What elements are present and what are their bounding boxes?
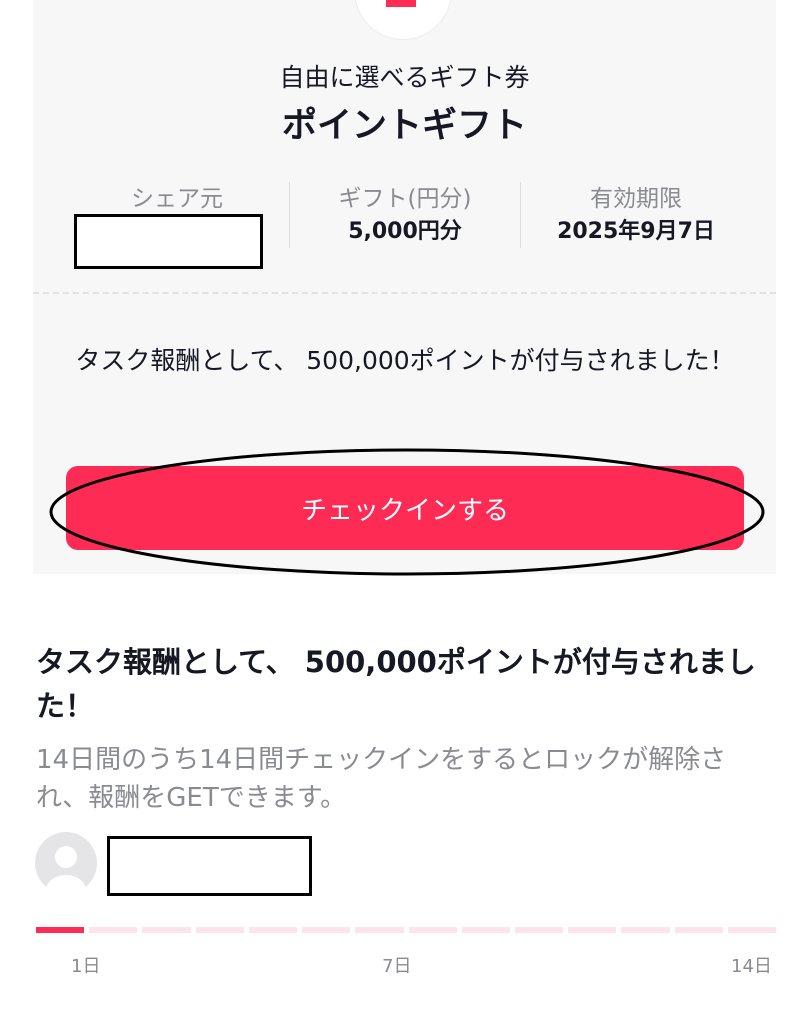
dashed-divider bbox=[33, 292, 776, 294]
progress-segment bbox=[302, 927, 351, 933]
progress-segment bbox=[408, 927, 457, 933]
reward-message: タスク報酬として、 500,000ポイントが付与されました！ bbox=[75, 346, 735, 375]
progress-label-day-1: 1日 bbox=[71, 956, 101, 977]
info-expiry-value: 2025年9月7日 bbox=[557, 219, 715, 244]
info-expiry: 有効期限 2025年9月7日 bbox=[522, 183, 750, 247]
info-gift-amount: ギフト(円分) 5,000円分 bbox=[290, 183, 520, 247]
progress-segment bbox=[142, 927, 191, 933]
user-icon bbox=[46, 846, 86, 894]
info-sharer: シェア元 bbox=[66, 183, 288, 215]
progress-label-day-7: 7日 bbox=[382, 956, 412, 977]
gift-title: ポイントギフト bbox=[281, 106, 527, 146]
gift-logo-mark bbox=[386, 0, 416, 7]
gift-subtitle: 自由に選べるギフト券 bbox=[279, 63, 530, 92]
task-heading: タスク報酬として、 500,000ポイントが付与されました！ bbox=[36, 645, 756, 723]
progress-label-day-14: 14日 bbox=[731, 956, 772, 977]
progress-segment bbox=[461, 927, 510, 933]
progress-segment bbox=[674, 927, 723, 933]
progress-segment bbox=[727, 927, 777, 933]
progress-segment bbox=[195, 927, 244, 933]
progress-segment bbox=[355, 927, 404, 933]
info-expiry-label: 有効期限 bbox=[590, 186, 682, 212]
info-gift-amount-label: ギフト(円分) bbox=[338, 186, 472, 212]
info-sharer-label: シェア元 bbox=[131, 186, 223, 212]
avatar bbox=[35, 832, 97, 894]
progress-segment bbox=[248, 927, 298, 933]
checkin-progress-bar bbox=[36, 927, 777, 933]
info-gift-amount-value: 5,000円分 bbox=[348, 219, 462, 244]
progress-segment bbox=[514, 927, 564, 933]
progress-segment bbox=[621, 927, 670, 933]
progress-segment bbox=[568, 927, 617, 933]
progress-segment bbox=[89, 927, 138, 933]
progress-segment bbox=[36, 927, 85, 933]
redacted-sharer-name bbox=[74, 214, 263, 269]
redacted-user-name bbox=[107, 836, 312, 896]
task-description: 14日間のうち14日間チェックインをするとロックが解除され、報酬をGETできます… bbox=[36, 745, 727, 813]
info-divider bbox=[520, 182, 521, 248]
checkin-button[interactable]: チェックインする bbox=[66, 466, 744, 550]
